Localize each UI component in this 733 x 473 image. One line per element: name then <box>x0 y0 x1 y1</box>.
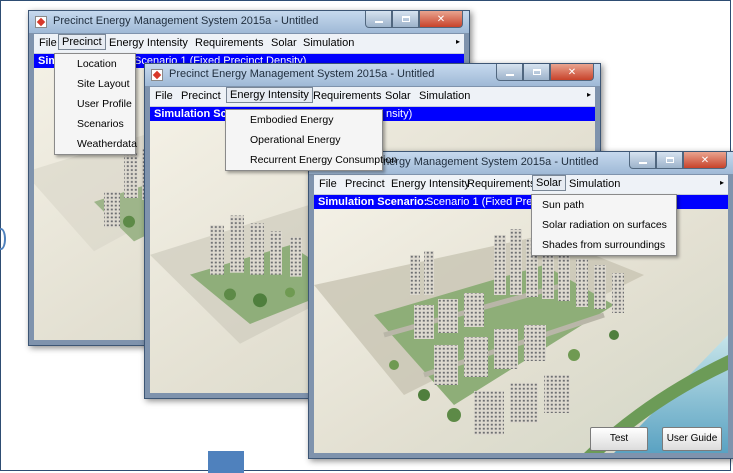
menu-overflow-icon[interactable]: ▸ <box>587 90 591 99</box>
menu-precinct[interactable]: Precinct <box>178 89 224 103</box>
minimize-icon <box>374 20 383 23</box>
menu-precinct[interactable]: Precinct <box>58 34 106 50</box>
maximize-button[interactable] <box>392 11 419 28</box>
scenario-label: Simulation Sc <box>154 108 227 120</box>
menu-simulation[interactable]: Simulation <box>566 177 623 191</box>
title-bar: Precinct Energy Management System 2015a … <box>145 64 600 86</box>
title-bar: Precinct Energy Management System 2015a … <box>29 11 469 33</box>
window-controls: ✕ <box>629 152 727 170</box>
menu-energy-intensity[interactable]: Energy Intensity <box>226 87 313 103</box>
menu-bar: File Precinct Energy Intensity Requireme… <box>314 175 728 195</box>
scenario-value: nsity) <box>386 108 413 120</box>
menu-simulation[interactable]: Simulation <box>416 89 473 103</box>
user-guide-button[interactable]: User Guide <box>662 427 722 451</box>
main-window-solar-menu: Precinct Energy Management System 2015a … <box>308 151 733 459</box>
solar-dropdown: Sun path Solar radiation on surfaces Sha… <box>531 194 677 256</box>
minimize-icon <box>638 161 647 164</box>
menu-overflow-icon[interactable]: ▸ <box>456 37 460 46</box>
scenario-value: Scenario 1 (Fixed Preci <box>426 196 541 208</box>
minimize-button[interactable] <box>496 64 523 81</box>
menu-file[interactable]: File <box>152 89 176 103</box>
close-button[interactable]: ✕ <box>550 64 594 81</box>
slide-tab-decoration <box>208 451 244 473</box>
menu-item-location[interactable]: Location <box>55 54 135 74</box>
energy-intensity-dropdown: Embodied Energy Operational Energy Recur… <box>225 109 397 171</box>
menu-item-embodied-energy[interactable]: Embodied Energy <box>226 110 382 130</box>
close-button[interactable]: ✕ <box>419 11 463 28</box>
maximize-icon <box>665 157 674 163</box>
close-icon: ✕ <box>436 13 446 25</box>
menu-precinct[interactable]: Precinct <box>342 177 388 191</box>
window-controls: ✕ <box>496 64 594 82</box>
window-title: Precinct Energy Management System 2015a … <box>169 68 435 80</box>
menu-bar: File Precinct Energy Intensity Requireme… <box>34 34 464 54</box>
menu-item-operational-energy[interactable]: Operational Energy <box>226 130 382 150</box>
menu-bar: File Precinct Energy Intensity Requireme… <box>150 87 595 107</box>
menu-file[interactable]: File <box>316 177 340 191</box>
menu-requirements[interactable]: Requirements <box>464 177 538 191</box>
scenario-label: Simulation Scenario: <box>318 196 428 208</box>
menu-energy-intensity[interactable]: Energy Intensity <box>106 36 191 50</box>
maximize-icon <box>401 16 410 22</box>
menu-item-weatherdata[interactable]: Weatherdata <box>55 134 137 154</box>
precinct-dropdown: Location Site Layout User Profile Scenar… <box>54 53 137 155</box>
app-icon <box>35 16 47 28</box>
menu-item-scenarios[interactable]: Scenarios <box>55 114 135 134</box>
menu-solar[interactable]: Solar <box>382 89 414 103</box>
menu-energy-intensity[interactable]: Energy Intensity <box>388 177 473 191</box>
minimize-button[interactable] <box>365 11 392 28</box>
minimize-button[interactable] <box>629 152 656 169</box>
menu-simulation[interactable]: Simulation <box>300 36 357 50</box>
menu-overflow-icon[interactable]: ▸ <box>720 178 724 187</box>
window-title: Precinct Energy Management System 2015a … <box>53 15 319 27</box>
maximize-button[interactable] <box>523 64 550 81</box>
menu-file[interactable]: File <box>36 36 60 50</box>
app-icon <box>151 69 163 81</box>
maximize-icon <box>532 69 541 75</box>
menu-item-site-layout[interactable]: Site Layout <box>55 74 135 94</box>
menu-item-recurrent-energy[interactable]: Recurrent Energy Consumption <box>226 150 397 170</box>
maximize-button[interactable] <box>656 152 683 169</box>
close-icon: ✕ <box>567 66 577 78</box>
test-button[interactable]: Test <box>590 427 648 451</box>
close-button[interactable]: ✕ <box>683 152 727 169</box>
menu-solar[interactable]: Solar <box>268 36 300 50</box>
menu-item-user-profile[interactable]: User Profile <box>55 94 135 114</box>
close-icon: ✕ <box>700 154 710 166</box>
minimize-icon <box>505 73 514 76</box>
menu-solar[interactable]: Solar <box>532 175 566 191</box>
menu-item-sun-path[interactable]: Sun path <box>532 195 676 215</box>
menu-item-shades[interactable]: Shades from surroundings <box>532 235 676 255</box>
menu-requirements[interactable]: Requirements <box>310 89 384 103</box>
menu-requirements[interactable]: Requirements <box>192 36 266 50</box>
menu-item-solar-radiation[interactable]: Solar radiation on surfaces <box>532 215 676 235</box>
window-controls: ✕ <box>365 11 463 29</box>
